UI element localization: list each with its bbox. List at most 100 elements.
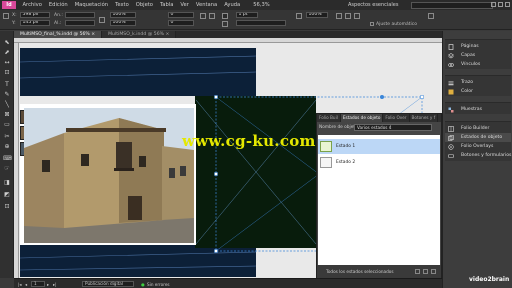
panel-item-pages[interactable]: Páginas <box>445 42 511 51</box>
page-dark-panel-bottom[interactable] <box>20 245 256 277</box>
opacity-field[interactable]: 100% <box>306 12 328 18</box>
state-row-2[interactable]: Estado 2 <box>318 155 440 170</box>
selection-tool-icon[interactable]: ⬉ <box>3 39 11 46</box>
fill-swatch-icon[interactable] <box>222 13 228 19</box>
reference-point-icon[interactable] <box>3 13 9 19</box>
x-field[interactable]: 598 px <box>20 12 50 18</box>
panel-label: Estados de objeto <box>461 134 503 140</box>
first-page-icon[interactable]: |◂ <box>18 282 22 287</box>
panel-label: Muestras <box>461 106 482 112</box>
rectangle-frame-tool-icon[interactable]: ⊠ <box>3 111 11 118</box>
panel-item-links[interactable]: Vínculos <box>445 60 511 69</box>
panel-tabs: Folio Buil Estados de objeto Folio Over … <box>317 114 441 122</box>
window-controls <box>491 1 510 7</box>
stroke-weight-field[interactable]: 1 pt <box>236 12 258 18</box>
prev-page-icon[interactable]: ◂ <box>25 282 27 287</box>
gap-tool-icon[interactable]: ⊡ <box>3 69 11 76</box>
direct-selection-tool-icon[interactable]: ⬈ <box>3 49 11 56</box>
next-page-icon[interactable]: ▸ <box>47 282 49 287</box>
new-state-icon[interactable] <box>415 269 420 274</box>
rotation-field[interactable]: 0° <box>168 12 194 18</box>
y-field[interactable]: 145 px <box>20 20 50 26</box>
scale-y-field[interactable]: 100% <box>110 20 136 26</box>
page-dark-panel-top[interactable] <box>20 48 256 96</box>
effects-icon[interactable] <box>296 13 302 19</box>
menu-objeto[interactable]: Objeto <box>132 2 156 8</box>
width-label: An.: <box>54 13 63 18</box>
panel-item-color[interactable]: Color <box>445 87 511 96</box>
document-tabs: MultiMSO_final_%.indd @ 56% × MultiMSO_k… <box>14 31 442 38</box>
flip-icon[interactable] <box>209 13 215 19</box>
menu-maquetacion[interactable]: Maquetación <box>71 2 111 8</box>
fit-frame-icon[interactable] <box>345 13 351 19</box>
search-input[interactable] <box>411 1 493 9</box>
note-tool-icon[interactable]: ⌨ <box>3 155 12 162</box>
pencil-tool-icon[interactable]: ✎ <box>3 91 11 98</box>
tab-folio-overlays[interactable]: Folio Over <box>383 114 410 122</box>
panel-label: Trazo <box>461 79 474 85</box>
menu-edicion[interactable]: Edición <box>45 2 71 8</box>
menu-ventana[interactable]: Ventana <box>192 2 220 8</box>
states-list: Estado 1 Estado 2 <box>318 135 440 265</box>
zoom-level[interactable]: 56,3% <box>250 2 273 8</box>
panel-item-buttons-forms[interactable]: Botones y formularios <box>445 151 511 160</box>
tab-multimso-k[interactable]: MultiMSO_k.indd @ 56% × <box>102 31 177 38</box>
menu-ayuda[interactable]: Ayuda <box>221 2 244 8</box>
panel-item-object-states[interactable]: Estados de objeto <box>445 133 511 142</box>
panel-item-layers[interactable]: Capas <box>445 51 511 60</box>
pages-icon <box>448 43 454 50</box>
last-page-icon[interactable]: ▸| <box>53 282 57 287</box>
panel-item-stroke[interactable]: Trazo <box>445 78 511 87</box>
trash-icon[interactable] <box>431 269 436 274</box>
menu-archivo[interactable]: Archivo <box>19 2 45 8</box>
workspace-switcher[interactable]: Aspectos esenciales <box>348 2 398 8</box>
menu-tabla[interactable]: Tabla <box>156 2 176 8</box>
panel-label: Páginas <box>461 43 479 49</box>
watermark-text: www.cg-ku.com <box>182 132 316 150</box>
object-name-input[interactable]: Varios estados 4 <box>354 124 432 131</box>
hand-tool-icon[interactable]: ☞ <box>3 165 11 172</box>
page-tool-icon[interactable]: ↔ <box>3 59 11 66</box>
close-icon[interactable] <box>505 1 510 7</box>
rectangle-tool-icon[interactable]: ▭ <box>3 121 11 128</box>
scissors-tool-icon[interactable]: ✂ <box>3 133 11 140</box>
fit-content-icon[interactable] <box>336 13 342 19</box>
stroke-type-field[interactable] <box>236 20 286 26</box>
panel-item-folio-overlays[interactable]: Folio Overlays <box>445 142 511 151</box>
line-tool-icon[interactable]: ╲ <box>3 101 11 108</box>
rotate-icon[interactable] <box>200 13 206 19</box>
center-content-icon[interactable] <box>354 13 360 19</box>
width-field[interactable] <box>65 12 95 18</box>
shear-field[interactable]: 0° <box>168 20 194 26</box>
tab-buttons-forms[interactable]: Botones y f <box>410 114 439 122</box>
preflight-status-text[interactable]: Sin errores <box>147 282 170 287</box>
height-field[interactable] <box>65 20 95 26</box>
tab-multimso-final[interactable]: MultiMSO_final_%.indd @ 56% × <box>14 31 103 38</box>
panel-item-swatches[interactable]: Muestras <box>445 105 511 114</box>
auto-fit-checkbox[interactable] <box>370 22 374 26</box>
menu-texto[interactable]: Texto <box>112 2 133 8</box>
auto-fit-label: Ajuste automático <box>376 21 417 27</box>
apply-color-icon[interactable]: ◩ <box>3 191 11 198</box>
duplicate-state-icon[interactable] <box>423 269 428 274</box>
tab-folio-builder[interactable]: Folio Buil <box>317 114 341 122</box>
panel-item-folio-builder[interactable]: Folio Builder <box>445 124 511 133</box>
panel-dock: Páginas Capas Vínculos Trazo Color Muest… <box>442 31 512 288</box>
text-wrap-icon[interactable] <box>428 13 434 19</box>
scale-x-field[interactable]: 100% <box>110 12 136 18</box>
stroke-swatch-icon[interactable] <box>222 21 228 27</box>
fill-stroke-icon[interactable]: ◨ <box>3 179 11 186</box>
minimize-icon[interactable] <box>491 1 496 7</box>
maximize-icon[interactable] <box>498 1 503 7</box>
page-number-field[interactable]: 1 <box>31 281 45 287</box>
type-tool-icon[interactable]: T <box>3 81 11 88</box>
menu-ver[interactable]: Ver <box>177 2 192 8</box>
building-photo[interactable] <box>24 108 194 243</box>
tab-object-states[interactable]: Estados de objeto <box>340 114 384 122</box>
state-row-1[interactable]: Estado 1 <box>318 139 440 154</box>
preview-mode-select[interactable]: Publicación digital <box>82 281 134 287</box>
free-transform-tool-icon[interactable]: ⊕ <box>3 143 11 150</box>
screen-mode-icon[interactable]: ⊡ <box>3 203 11 210</box>
dark-green-frame[interactable] <box>195 96 316 248</box>
link-icon[interactable] <box>99 17 105 23</box>
